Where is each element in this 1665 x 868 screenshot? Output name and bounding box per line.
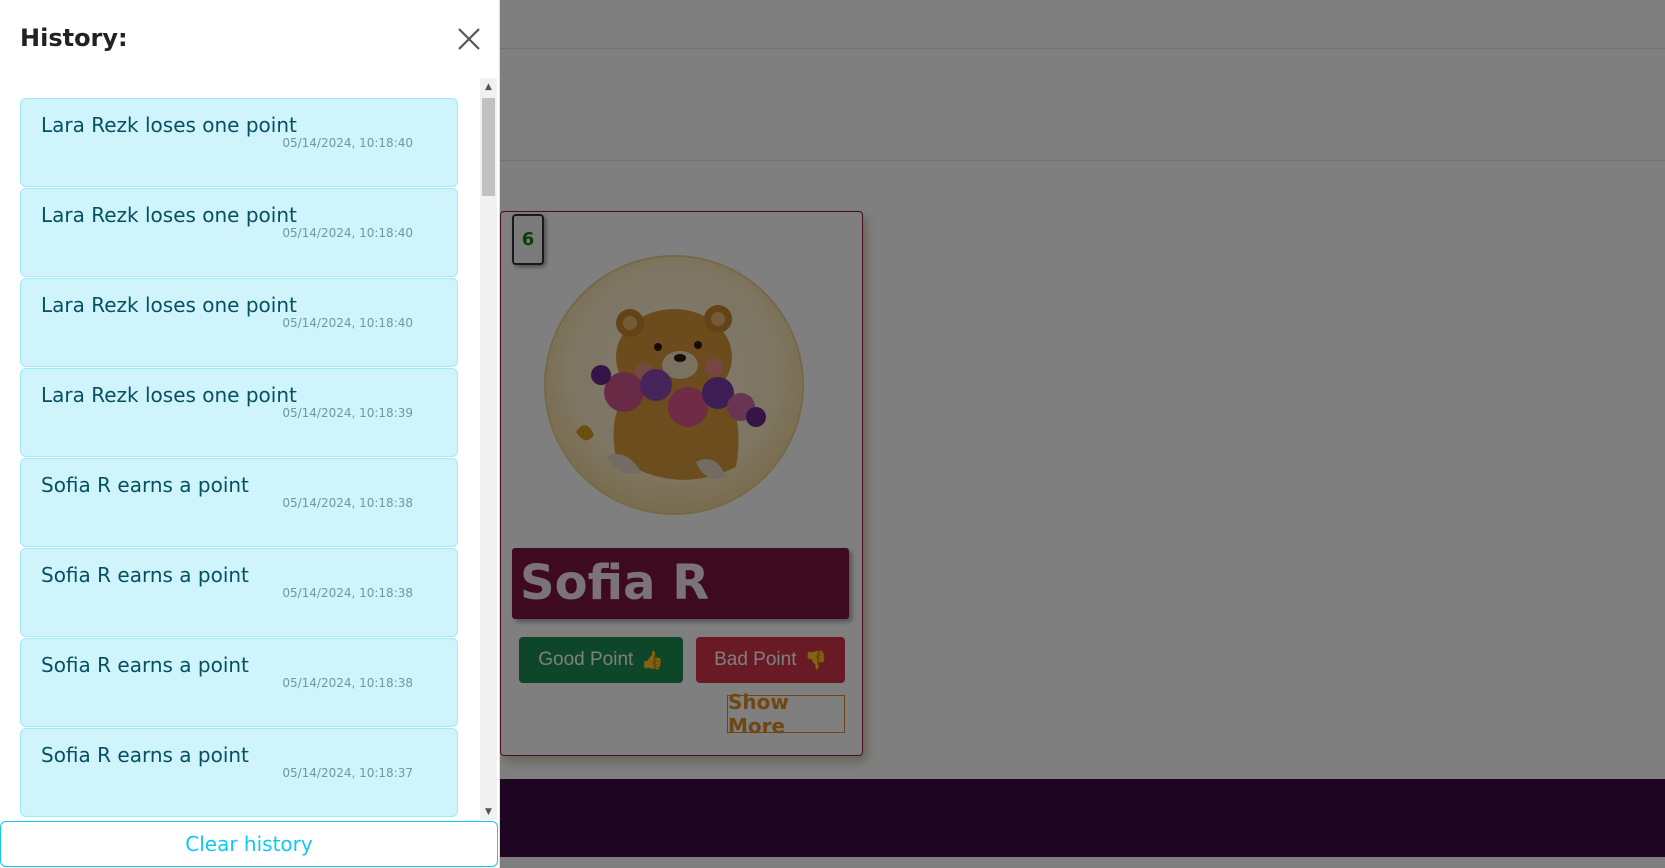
history-item: Lara Rezk loses one point 05/14/2024, 10… [20,188,458,277]
history-item: Lara Rezk loses one point 05/14/2024, 10… [20,98,458,187]
history-item-text: Lara Rezk loses one point [41,293,297,317]
history-item: Sofia R earns a point 05/14/2024, 10:18:… [20,548,458,637]
history-list-container: Lara Rezk loses one point 05/14/2024, 10… [20,78,497,820]
scroll-down-arrow-icon[interactable]: ▼ [480,803,497,820]
history-item: Sofia R earns a point 05/14/2024, 10:18:… [20,458,458,547]
history-item-time: 05/14/2024, 10:18:38 [282,496,413,510]
clear-history-button[interactable]: Clear history [0,821,498,867]
history-item-time: 05/14/2024, 10:18:40 [282,316,413,330]
history-item-time: 05/14/2024, 10:18:40 [282,226,413,240]
close-button[interactable] [454,24,484,54]
history-item-time: 05/14/2024, 10:18:38 [282,586,413,600]
history-item-text: Sofia R earns a point [41,743,249,767]
scroll-up-arrow-icon[interactable]: ▲ [480,78,497,95]
close-icon [458,28,480,50]
history-item-time: 05/14/2024, 10:18:39 [282,406,413,420]
history-panel: History: Lara Rezk loses one point 05/14… [0,0,500,868]
history-item-time: 05/14/2024, 10:18:38 [282,676,413,690]
history-item-text: Lara Rezk loses one point [41,113,297,137]
history-item: Lara Rezk loses one point 05/14/2024, 10… [20,278,458,367]
history-item: Sofia R earns a point 05/14/2024, 10:18:… [20,728,458,817]
history-scrollbar[interactable]: ▲ ▼ [480,78,497,820]
history-item-time: 05/14/2024, 10:18:37 [282,766,413,780]
history-item-text: Lara Rezk loses one point [41,383,297,407]
panel-title: History: [20,24,128,52]
history-item-text: Lara Rezk loses one point [41,203,297,227]
history-item: Sofia R earns a point 05/14/2024, 10:18:… [20,638,458,727]
history-item-text: Sofia R earns a point [41,473,249,497]
scrollbar-thumb[interactable] [482,98,495,196]
history-item-text: Sofia R earns a point [41,653,249,677]
history-list: Lara Rezk loses one point 05/14/2024, 10… [20,98,458,818]
history-item: Lara Rezk loses one point 05/14/2024, 10… [20,368,458,457]
history-item-text: Sofia R earns a point [41,563,249,587]
history-item-time: 05/14/2024, 10:18:40 [282,136,413,150]
